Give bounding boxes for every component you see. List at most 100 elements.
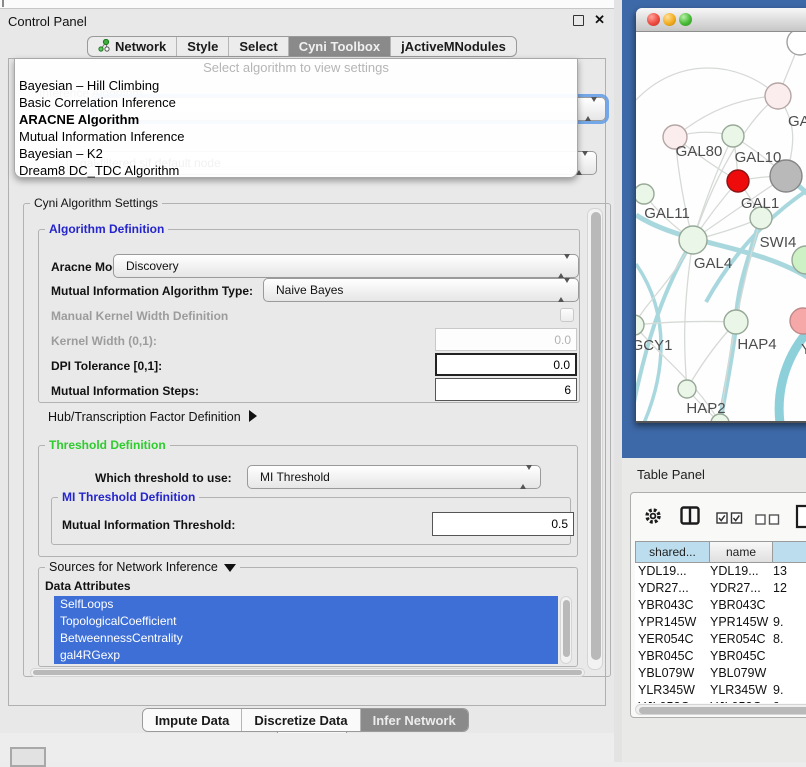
document-icon[interactable]	[795, 504, 806, 534]
table-hscrollbar[interactable]	[635, 704, 806, 715]
node-red-selected[interactable]	[727, 170, 749, 192]
list-item[interactable]: SelfLoops	[54, 596, 558, 613]
node-gal4[interactable]	[679, 226, 707, 254]
kernel-width-field[interactable]: 0.0	[435, 328, 577, 351]
node-label: GCY1	[636, 337, 672, 354]
tab-impute-data[interactable]: Impute Data	[143, 709, 242, 731]
column-header-shared[interactable]: shared...	[635, 541, 710, 563]
column-header-name[interactable]: name	[710, 541, 773, 563]
table-row[interactable]: YJL052CYJL052C9.	[635, 699, 806, 703]
node-gal10[interactable]	[722, 125, 744, 147]
tab-select[interactable]: Select	[229, 37, 288, 56]
tab-style[interactable]: Style	[177, 37, 229, 56]
manual-kernel-checkbox[interactable]	[560, 308, 574, 322]
node-label: HAP2	[686, 400, 725, 417]
mac-minimize-icon[interactable]	[663, 13, 676, 26]
table-row[interactable]: YBR045CYBR045C	[635, 648, 806, 665]
tab-infer-network[interactable]: Infer Network	[361, 709, 468, 731]
edge	[636, 321, 736, 325]
table-row[interactable]: YDR27...YDR27...12	[635, 580, 806, 597]
mi-type-combo[interactable]: Naive Bayes	[263, 278, 579, 302]
table-row[interactable]: YBL079WYBL079W	[635, 665, 806, 682]
float-window-icon[interactable]	[573, 15, 584, 26]
mi-type-label: Mutual Information Algorithm Type:	[51, 284, 253, 298]
group-title: MI Threshold Definition	[58, 490, 199, 504]
popup-item[interactable]: Bayesian – K2	[15, 145, 577, 162]
node-salmon[interactable]	[790, 308, 806, 334]
column-header-partial[interactable]	[773, 541, 806, 563]
table-row[interactable]: YER054CYER054C8.	[635, 631, 806, 648]
which-threshold-combo[interactable]: MI Threshold	[247, 465, 541, 489]
table-row[interactable]: YLR345WYLR345W9.	[635, 682, 806, 699]
mac-close-icon[interactable]	[647, 13, 660, 26]
table-row[interactable]: YDL19...YDL19...13	[635, 563, 806, 580]
settings-vscrollbar-thumb[interactable]	[591, 212, 601, 660]
popup-placeholder: Select algorithm to view settings	[15, 59, 577, 77]
edge	[636, 68, 778, 100]
tab-network[interactable]: Network	[88, 37, 177, 56]
node-label: HAP4	[737, 336, 776, 353]
popup-item[interactable]: Bayesian – Hill Climbing	[15, 77, 577, 94]
node-gcy1[interactable]	[636, 315, 644, 335]
group-title: Threshold Definition	[45, 438, 170, 452]
group-title: Algorithm Definition	[45, 222, 168, 236]
collapse-down-icon	[224, 564, 236, 572]
dpi-tolerance-field[interactable]: 0.0	[435, 353, 577, 376]
table-panel-title: Table Panel	[637, 467, 705, 482]
popup-item-selected[interactable]: ARACNE Algorithm	[15, 111, 577, 128]
list-scrollbar-thumb[interactable]	[563, 600, 570, 657]
popup-item[interactable]: Basic Correlation Inference	[15, 94, 577, 111]
deselect-all-checkboxes-icon[interactable]	[755, 512, 780, 530]
node-gal-partial[interactable]	[765, 83, 791, 109]
hub-definition-toggle[interactable]: Hub/Transcription Factor Definition	[48, 410, 257, 424]
mac-zoom-icon[interactable]	[679, 13, 692, 26]
node-label: GAL4	[694, 255, 732, 272]
network-window-titlebar[interactable]	[636, 8, 806, 32]
list-item[interactable]: TopologicalCoefficient	[54, 613, 558, 630]
table-row[interactable]: YBR043CYBR043C	[635, 597, 806, 614]
close-icon[interactable]: ✕	[594, 12, 605, 28]
columns-icon[interactable]	[680, 506, 700, 530]
mi-steps-label: Mutual Information Steps:	[51, 384, 199, 398]
list-item[interactable]: gal4RGexp	[54, 647, 558, 664]
tab-cyni-toolbox[interactable]: Cyni Toolbox	[289, 37, 391, 56]
settings-hscrollbar[interactable]	[30, 668, 585, 677]
aracne-mode-combo[interactable]: Discovery	[113, 254, 579, 278]
list-scrollbar[interactable]	[560, 596, 572, 664]
table-row[interactable]: YPR145WYPR145W9.	[635, 614, 806, 631]
node-label: GAL1	[741, 195, 779, 212]
table-body: YDL19...YDL19...13 YDR27...YDR27...12 YB…	[635, 563, 806, 703]
node-partial-top[interactable]	[787, 32, 806, 55]
mi-threshold-field[interactable]: 0.5	[432, 512, 574, 536]
tab-jactivemnodules[interactable]: jActiveMNodules	[391, 37, 516, 56]
control-panel-window: Control Panel ✕ Network Style Select Cyn…	[0, 8, 614, 733]
select-all-checkboxes-icon[interactable]	[716, 511, 743, 529]
panel-divider[interactable]	[614, 0, 622, 762]
table-hscrollbar-thumb[interactable]	[639, 707, 806, 714]
sources-toggle[interactable]: Sources for Network Inference	[45, 560, 240, 574]
stepper-icon	[585, 102, 597, 116]
node-gal11[interactable]	[636, 184, 654, 204]
kernel-width-label: Kernel Width (0,1):	[51, 334, 157, 348]
panel-title: Control Panel	[8, 14, 87, 29]
node-label: Y	[801, 341, 806, 358]
data-attributes-list: SelfLoops TopologicalCoefficient Between…	[54, 596, 558, 664]
list-item[interactable]: BetweennessCentrality	[54, 630, 558, 647]
expand-right-icon	[249, 410, 257, 422]
threshold-definition-group: Threshold Definition Which threshold to …	[38, 445, 578, 557]
popup-item[interactable]: Dream8 DC_TDC Algorithm	[15, 162, 577, 179]
tab-discretize-data[interactable]: Discretize Data	[242, 709, 360, 731]
node-hap4[interactable]	[724, 310, 748, 334]
partial-button[interactable]	[10, 747, 46, 767]
mi-steps-field[interactable]: 6	[435, 378, 577, 401]
algorithm-popup: Select algorithm to view settings Bayesi…	[14, 58, 578, 178]
network-canvas[interactable]: GAL GAL80 GAL10 GAL11 GAL1 SWI4 GAL4 GCY…	[636, 32, 806, 421]
control-panel-titlebar: Control Panel ✕	[0, 9, 614, 33]
settings-vscrollbar[interactable]	[587, 208, 603, 670]
node-label: GAL	[788, 113, 806, 130]
node-hap2[interactable]	[678, 380, 696, 398]
settings-hscrollbar-thumb[interactable]	[33, 670, 582, 675]
gear-icon[interactable]	[644, 507, 662, 530]
mi-threshold-group: MI Threshold Definition Mutual Informati…	[51, 497, 571, 545]
popup-item[interactable]: Mutual Information Inference	[15, 128, 577, 145]
